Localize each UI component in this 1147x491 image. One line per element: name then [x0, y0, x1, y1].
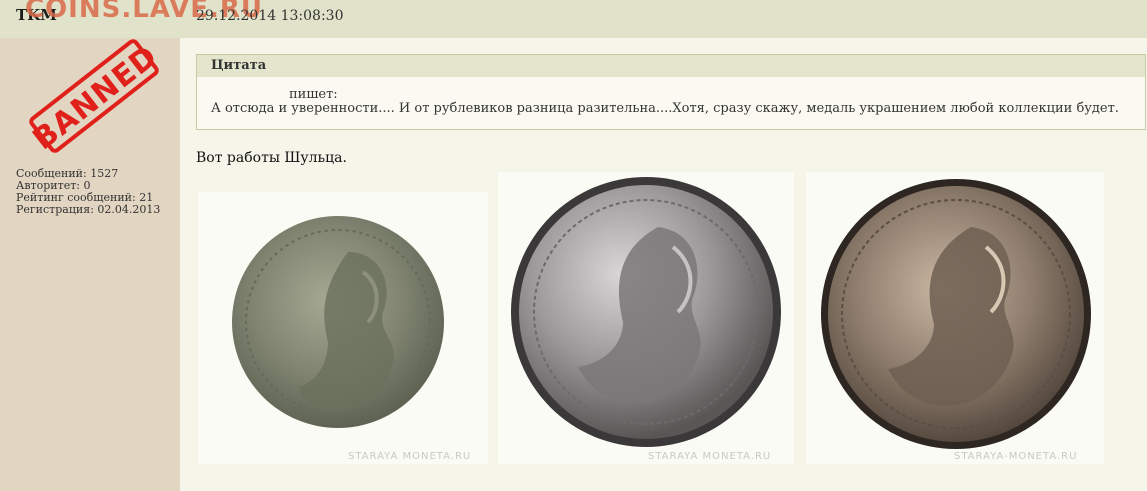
coin-image-3[interactable]: STARAYA-MONETA.RU [806, 172, 1104, 464]
coin-image-2[interactable]: STARAYA MONETA.RU [498, 172, 794, 464]
quote-author-line: пишет: [289, 87, 338, 102]
post-text: Вот работы Шульца. [196, 150, 347, 166]
quote-block: Цитата пишет: А отсюда и уверенности....… [196, 54, 1146, 130]
coin-image-icon [821, 179, 1091, 449]
coin-image-1-watermark: STARAYA MONETA.RU [348, 451, 472, 462]
banned-stamp: BANNED [14, 36, 174, 160]
coin-image-icon [511, 177, 781, 447]
coin-image-icon [232, 216, 444, 428]
post-date: 29.12.2014 13:08:30 [196, 8, 344, 24]
quote-header: Цитата [197, 55, 1145, 77]
stat-registration: Регистрация: 02.04.2013 [16, 203, 161, 216]
coin-image-3-watermark: STARAYA-MONETA.RU [954, 451, 1078, 462]
coin-image-2-watermark: STARAYA MONETA.RU [648, 451, 772, 462]
quote-text: А отсюда и уверенности.... И от рублевик… [211, 101, 1119, 116]
user-stats: Сообщений: 1527 Авторитет: 0 Рейтинг соо… [16, 168, 160, 216]
banned-stamp-label: BANNED [27, 39, 165, 156]
coin-image-1[interactable]: STARAYA MONETA.RU [198, 192, 488, 464]
